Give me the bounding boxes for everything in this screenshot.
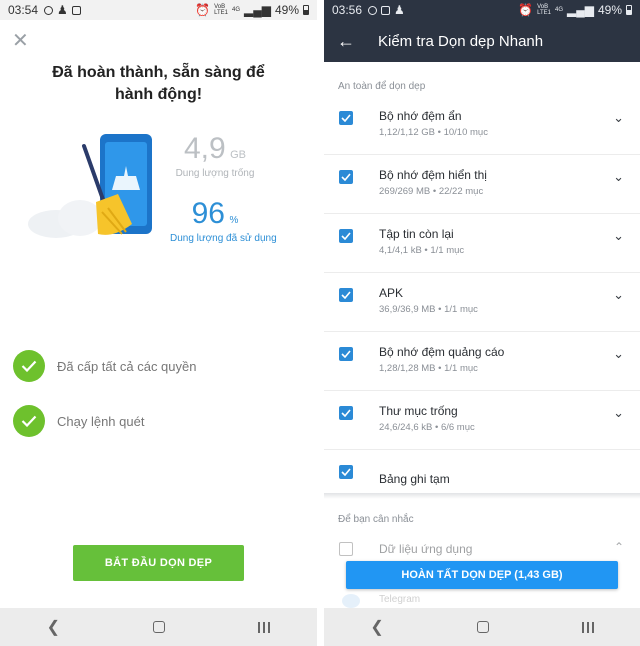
checkbox-unchecked[interactable]: [339, 542, 353, 556]
chevron-down-icon[interactable]: ⌄: [613, 405, 624, 421]
image-icon: [71, 5, 81, 15]
step-scan: Chạy lệnh quét: [13, 405, 144, 437]
list-item[interactable]: Bộ nhớ đệm hiển thị 269/269 MB • 22/22 m…: [324, 155, 640, 214]
item-name: Thư mục trống: [379, 404, 458, 418]
battery-icon: [303, 5, 309, 15]
back-icon[interactable]: ❮: [370, 617, 383, 637]
nav-bar: ❮: [0, 608, 317, 646]
item-name: Bộ nhớ đệm quảng cáo: [379, 345, 505, 359]
home-icon[interactable]: [153, 621, 166, 633]
network-type: 4G: [554, 7, 563, 13]
back-arrow-icon[interactable]: ←: [324, 31, 368, 52]
used-space-label: Dung lượng đã sử dụng: [170, 233, 277, 244]
status-time: 03:54: [8, 3, 39, 17]
page-title: Đã hoàn thành, sẵn sàng để hành động!: [52, 64, 265, 103]
list-item[interactable]: Tập tin còn lại 4,1/4,1 kB • 1/1 mục ⌄: [324, 214, 640, 273]
image-icon: [381, 5, 391, 15]
item-name: APK: [379, 286, 404, 300]
network-label: VoB LTE1: [537, 4, 551, 16]
free-space-unit: GB: [230, 149, 247, 161]
item-name: Bộ nhớ đệm hiển thị: [379, 168, 487, 182]
list-item[interactable]: APK 36,9/36,9 MB • 1/1 mục ⌄: [324, 273, 640, 332]
person-icon: ♟: [57, 3, 68, 17]
checkbox-checked[interactable]: [339, 406, 353, 420]
network-label: VoB LTE1: [214, 4, 228, 16]
alarm-icon: ⏰: [195, 3, 211, 17]
chevron-down-icon[interactable]: ⌄: [613, 287, 624, 303]
recent-apps-icon[interactable]: [581, 621, 594, 633]
item-meta: 24,6/24,6 kB • 6/6 mục: [379, 422, 475, 433]
list-item[interactable]: Bảng ghi tạm: [324, 450, 640, 509]
checkbox-checked[interactable]: [339, 465, 353, 479]
used-space-unit: %: [229, 215, 239, 226]
home-icon[interactable]: [476, 621, 489, 633]
chevron-down-icon[interactable]: ⌄: [613, 228, 624, 244]
list-item[interactable]: Bộ nhớ đệm ẩn 1,12/1,12 GB • 10/10 mục ⌄: [324, 96, 640, 155]
checkbox-checked[interactable]: [339, 111, 353, 125]
item-meta: 1,12/1,12 GB • 10/10 mục: [379, 127, 488, 138]
section-consider-header: Để bạn cân nhắc: [338, 514, 414, 525]
item-name: Dữ liệu ứng dụng: [379, 542, 473, 556]
consider-item[interactable]: Dữ liệu ứng dụng ⌃: [324, 536, 640, 564]
free-space-label: Dung lượng trống: [175, 168, 255, 179]
list-item[interactable]: Thư mục trống 24,6/24,6 kB • 6/6 mục ⌄: [324, 391, 640, 450]
status-time: 03:56: [332, 3, 363, 17]
chevron-down-icon[interactable]: ⌄: [613, 169, 624, 185]
network-type: 4G: [231, 7, 240, 13]
signal-icon: ▂▄▆: [567, 3, 594, 17]
finish-cleaning-button[interactable]: HOÀN TẤT DỌN DẸP (1,43 GB): [346, 561, 618, 589]
app-bar-title: Kiểm tra Dọn dẹp Nhanh: [378, 32, 544, 50]
check-icon: [13, 350, 45, 382]
checkbox-checked[interactable]: [339, 229, 353, 243]
phone-cleaning-illustration: [28, 134, 152, 238]
close-icon[interactable]: ✕: [12, 28, 29, 53]
status-bar: 03:54 ♟ ⏰ VoB LTE1 4G ▂▄▆ 49%: [0, 0, 317, 20]
section-divider: [324, 493, 640, 499]
alarm-icon: ⏰: [518, 3, 534, 17]
item-meta: 1,28/1,28 MB • 1/1 mục: [379, 363, 478, 374]
item-name: Bộ nhớ đệm ẩn: [379, 109, 462, 123]
item-name: Tập tin còn lại: [379, 227, 454, 241]
battery-icon: [626, 5, 632, 15]
chevron-up-icon[interactable]: ⌃: [614, 540, 624, 554]
checkbox-checked[interactable]: [339, 288, 353, 302]
free-space-value: 4,9: [183, 132, 226, 165]
status-bar: 03:56 ♟ ⏰ VoB LTE1 4G ▂▄▆ 49%: [324, 0, 640, 20]
checkbox-checked[interactable]: [339, 347, 353, 361]
app-bar: ← Kiểm tra Dọn dẹp Nhanh: [324, 20, 640, 62]
used-space-stat: 96 % Dung lượng đã sử dụng: [170, 197, 277, 244]
item-meta: 4,1/4,1 kB • 1/1 mục: [379, 245, 465, 256]
recent-apps-icon[interactable]: [258, 621, 271, 633]
back-icon[interactable]: ❮: [47, 617, 60, 637]
list-item: Telegram: [324, 592, 640, 608]
sync-icon: [368, 5, 378, 15]
right-screen: 03:56 ♟ ⏰ VoB LTE1 4G ▂▄▆ 49% ← Kiểm tra …: [324, 0, 640, 646]
item-meta: 269/269 MB • 22/22 mục: [379, 186, 484, 197]
step-label: Đã cấp tất cả các quyền: [57, 358, 197, 374]
left-screen: 03:54 ♟ ⏰ VoB LTE1 4G ▂▄▆ 49% ✕ Đã hoàn t…: [0, 0, 317, 646]
start-cleaning-button[interactable]: BẮT ĐẦU DỌN DẸP: [73, 545, 244, 581]
check-icon: [13, 405, 45, 437]
screen-divider: [317, 0, 324, 646]
telegram-icon: [342, 594, 360, 608]
used-space-value: 96: [191, 197, 225, 230]
item-meta: 36,9/36,9 MB • 1/1 mục: [379, 304, 478, 315]
clean-items-list: Bộ nhớ đệm ẩn 1,12/1,12 GB • 10/10 mục ⌄…: [324, 96, 640, 509]
chevron-down-icon[interactable]: ⌄: [613, 110, 624, 126]
battery-percent: 49%: [597, 3, 622, 17]
item-name: Telegram: [379, 594, 421, 605]
section-safe-header: An toàn để dọn dẹp: [338, 81, 426, 92]
chevron-down-icon[interactable]: ⌄: [613, 346, 624, 362]
list-item[interactable]: Bộ nhớ đệm quảng cáo 1,28/1,28 MB • 1/1 …: [324, 332, 640, 391]
sync-icon: [44, 5, 54, 15]
battery-percent: 49%: [274, 3, 299, 17]
nav-bar: ❮: [324, 608, 640, 646]
person-icon: ♟: [394, 3, 405, 17]
step-permissions: Đã cấp tất cả các quyền: [13, 350, 196, 382]
checkbox-checked[interactable]: [339, 170, 353, 184]
signal-icon: ▂▄▆: [244, 3, 271, 17]
free-space-stat: 4,9 GB Dung lượng trống: [170, 132, 260, 179]
item-name: Bảng ghi tạm: [379, 472, 450, 486]
step-label: Chạy lệnh quét: [57, 413, 145, 429]
